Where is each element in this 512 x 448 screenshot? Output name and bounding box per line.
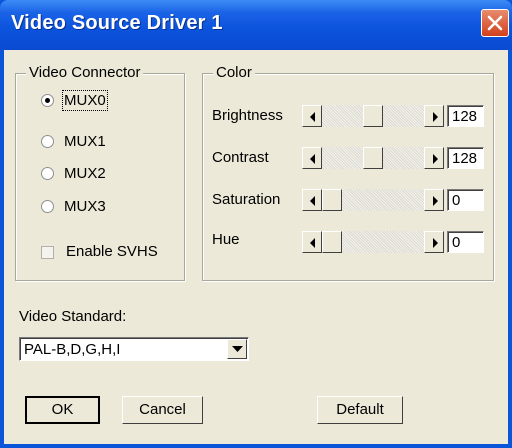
enable-svhs-label: Enable SVHS: [66, 243, 158, 260]
radio-mux3-label: MUX3: [64, 198, 106, 215]
arrow-left-icon: [310, 196, 315, 206]
hue-track[interactable]: [322, 231, 424, 253]
brightness-decrease-button[interactable]: [302, 105, 322, 127]
saturation-value-field[interactable]: 0: [447, 189, 484, 211]
saturation-thumb[interactable]: [322, 189, 342, 211]
radio-mux2-button[interactable]: [41, 167, 54, 180]
brightness-thumb[interactable]: [363, 105, 383, 127]
radio-mux0-button[interactable]: [41, 94, 54, 107]
video-standard-dropdown[interactable]: PAL-B,D,G,H,I: [19, 337, 249, 361]
radio-mux1-label: MUX1: [64, 133, 106, 150]
arrow-right-icon: [433, 112, 438, 122]
radio-mux2-label: MUX2: [64, 165, 106, 182]
close-button[interactable]: [481, 9, 509, 37]
radio-mux2[interactable]: MUX2: [41, 165, 161, 187]
hue-increase-button[interactable]: [424, 231, 444, 253]
default-button-label: Default: [336, 401, 384, 418]
ok-button[interactable]: OK: [25, 396, 100, 424]
video-standard-value: PAL-B,D,G,H,I: [24, 341, 121, 358]
video-standard-label: Video Standard:: [19, 308, 127, 325]
color-group-label: Color: [213, 64, 255, 81]
radio-mux1-button[interactable]: [41, 135, 54, 148]
brightness-value-field[interactable]: 128: [447, 105, 484, 127]
hue-decrease-button[interactable]: [302, 231, 322, 253]
arrow-left-icon: [310, 238, 315, 248]
close-icon: [487, 15, 503, 31]
dialog-client-area: Video Connector MUX0 MUX1 MUX2 MUX3 Enab…: [4, 50, 508, 444]
arrow-left-icon: [310, 112, 315, 122]
radio-mux1[interactable]: MUX1: [41, 133, 161, 155]
saturation-label: Saturation: [212, 191, 281, 208]
arrow-left-icon: [310, 154, 315, 164]
contrast-track[interactable]: [322, 147, 424, 169]
video-connector-group-label: Video Connector: [26, 64, 144, 81]
arrow-right-icon: [433, 196, 438, 206]
radio-mux0-label: MUX0: [62, 90, 108, 111]
default-button[interactable]: Default: [317, 396, 403, 424]
saturation-increase-button[interactable]: [424, 189, 444, 211]
contrast-value-field[interactable]: 128: [447, 147, 484, 169]
contrast-thumb[interactable]: [363, 147, 383, 169]
contrast-decrease-button[interactable]: [302, 147, 322, 169]
brightness-increase-button[interactable]: [424, 105, 444, 127]
hue-thumb[interactable]: [322, 231, 342, 253]
hue-value-field[interactable]: 0: [447, 231, 484, 253]
contrast-label: Contrast: [212, 149, 269, 166]
chevron-down-icon: [232, 346, 243, 352]
enable-svhs-checkbox[interactable]: [41, 246, 54, 259]
radio-mux3-button[interactable]: [41, 200, 54, 213]
arrow-right-icon: [433, 154, 438, 164]
contrast-increase-button[interactable]: [424, 147, 444, 169]
title-bar[interactable]: Video Source Driver 1: [0, 0, 512, 50]
arrow-right-icon: [433, 238, 438, 248]
radio-mux3[interactable]: MUX3: [41, 198, 161, 220]
radio-mux0[interactable]: MUX0: [41, 90, 161, 114]
brightness-label: Brightness: [212, 107, 283, 124]
dialog-window: Video Source Driver 1 Video Connector MU…: [0, 0, 512, 448]
video-standard-dropdown-button[interactable]: [227, 339, 247, 359]
saturation-decrease-button[interactable]: [302, 189, 322, 211]
hue-label: Hue: [212, 231, 240, 248]
saturation-track[interactable]: [322, 189, 424, 211]
window-title: Video Source Driver 1: [11, 12, 223, 34]
cancel-button[interactable]: Cancel: [122, 396, 203, 424]
brightness-track[interactable]: [322, 105, 424, 127]
